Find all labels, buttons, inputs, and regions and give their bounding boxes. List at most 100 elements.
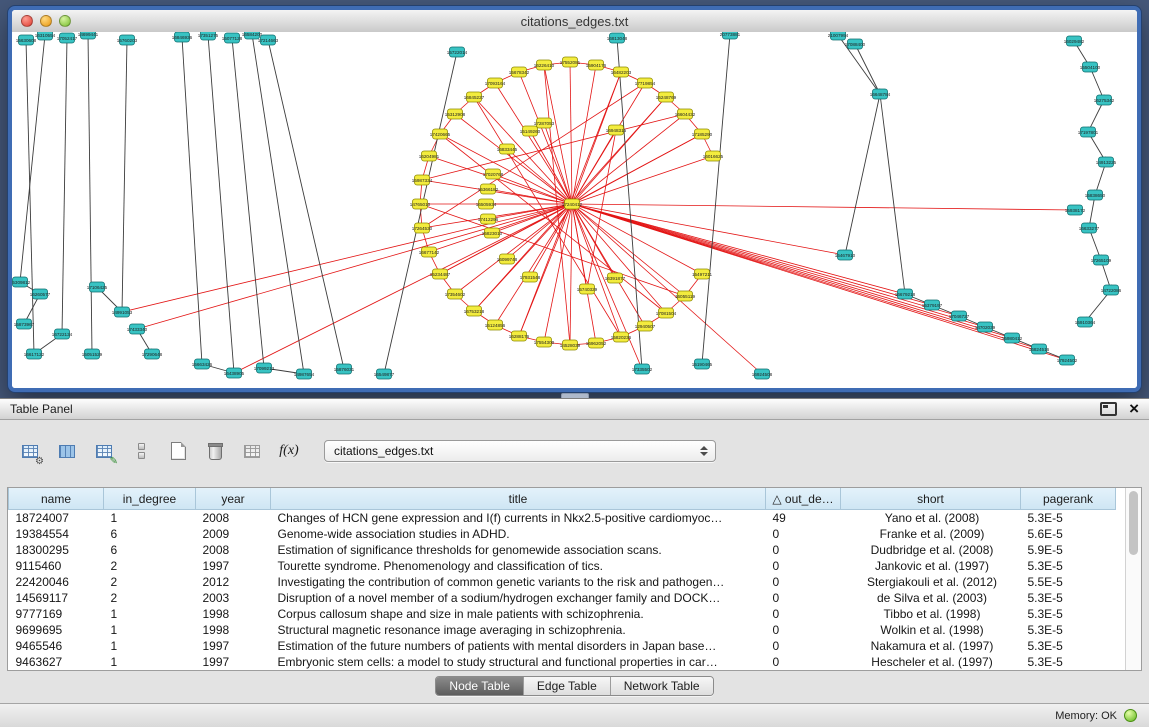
graph-node[interactable]: 15630608 [16, 35, 37, 45]
graph-node[interactable]: 15987334 [412, 175, 433, 185]
graph-node[interactable]: 14991053 [112, 307, 133, 317]
graph-node[interactable]: 20773881 [720, 32, 741, 39]
graph-node[interactable]: 15938172 [1065, 205, 1086, 215]
graph-node[interactable]: 16813048 [607, 33, 628, 43]
window-titlebar[interactable]: citations_edges.txt [12, 10, 1137, 33]
graph-node[interactable]: 15910364 [1075, 317, 1096, 327]
graph-node[interactable]: 14702039 [975, 322, 996, 332]
table-row[interactable]: 977716911998Corpus callosum shape and si… [9, 606, 1116, 622]
column-header-name[interactable]: name [9, 488, 104, 510]
graph-node[interactable]: 14987654 [294, 369, 315, 379]
graph-node[interactable]: 17433340 [127, 324, 148, 334]
graph-node[interactable]: 16029482 [1064, 36, 1085, 46]
graph-node[interactable]: 16845227 [464, 92, 485, 102]
graph-node[interactable]: 15234487 [430, 269, 451, 279]
graph-node[interactable]: 15497211 [692, 269, 713, 279]
zoom-window-button[interactable] [59, 15, 71, 27]
table-scrollbar[interactable] [1125, 488, 1141, 670]
graph-node[interactable]: 17264530 [412, 223, 433, 233]
graph-node[interactable]: 14765010 [410, 199, 431, 209]
graph-node[interactable]: 15190465 [692, 359, 713, 369]
tab-network-table[interactable]: Network Table [610, 677, 713, 695]
graph-node[interactable]: 16482203 [611, 67, 632, 77]
graph-node[interactable]: 16505934 [476, 199, 497, 209]
table-row[interactable]: 2242004622012Investigating the contribut… [9, 574, 1116, 590]
graph-node[interactable]: 15124856 [485, 320, 506, 330]
graph-node[interactable]: 14913225 [1096, 157, 1117, 167]
scrollbar-thumb[interactable] [1129, 491, 1138, 555]
table-row[interactable]: 946362711997Embryonic stem cells: a mode… [9, 654, 1116, 670]
graph-node[interactable]: 17554300 [534, 337, 555, 347]
graph-node[interactable]: 21007994 [828, 32, 849, 40]
graph-node[interactable]: 16753218 [464, 306, 485, 316]
graph-node[interactable]: 17420665 [430, 129, 451, 139]
graph-node[interactable]: 17290648 [142, 349, 163, 359]
graph-node[interactable]: 12940507 [635, 321, 656, 331]
graph-node[interactable]: 15379197 [922, 300, 943, 310]
graph-node[interactable]: 16846936 [172, 32, 193, 42]
graph-node[interactable]: 16824516 [1029, 344, 1050, 354]
graph-node[interactable]: 15077128 [222, 33, 243, 43]
float-panel-icon[interactable] [1100, 402, 1117, 416]
minimize-window-button[interactable] [40, 15, 52, 27]
graph-node[interactable]: 16679218 [895, 289, 916, 299]
column-header-short[interactable]: short [841, 488, 1021, 510]
table-mode-button[interactable]: ⚙ [16, 438, 44, 464]
graph-node[interactable]: 16962052 [586, 338, 607, 348]
graph-node[interactable]: 16288176 [509, 331, 530, 341]
graph-node[interactable]: 15838650 [1085, 190, 1106, 200]
graph-node[interactable]: 17931548 [520, 272, 541, 282]
column-header-out-de-[interactable]: △ out_de… [766, 488, 841, 510]
delete-table-button[interactable] [201, 438, 229, 464]
table-row[interactable]: 1938455462009Genome-wide association stu… [9, 526, 1116, 542]
graph-node[interactable]: 16099748 [497, 254, 518, 264]
close-window-button[interactable] [21, 15, 33, 27]
table-row[interactable]: 1872400712008Changes of HCN gene express… [9, 510, 1116, 527]
graph-node[interactable]: 15309812 [12, 277, 31, 287]
graph-node[interactable]: 15876031 [334, 364, 355, 374]
table-selector-dropdown[interactable]: citations_edges.txt [324, 440, 716, 462]
graph-node[interactable]: 16226410 [534, 60, 555, 70]
graph-node[interactable]: 15366182 [478, 184, 499, 194]
graph-node[interactable]: 17088400 [845, 39, 866, 49]
table-row[interactable]: 911546021997Tourette syndrome. Phenomeno… [9, 558, 1116, 574]
graph-node[interactable]: 15904176 [586, 60, 607, 70]
graph-node[interactable]: 16948315 [606, 125, 627, 135]
graph-node[interactable]: 17081504 [656, 308, 677, 318]
graph-node[interactable]: 16549877 [374, 369, 395, 379]
graph-node[interactable]: 16055119 [675, 291, 696, 301]
graph-node[interactable]: 16648784 [870, 89, 891, 99]
graph-node[interactable]: 15504100 [1080, 62, 1101, 72]
graph-node[interactable]: 15722014 [447, 47, 468, 57]
graph-node[interactable]: 15663426 [192, 359, 213, 369]
table-row[interactable]: 969969511998Structural magnetic resonanc… [9, 622, 1116, 638]
graph-node[interactable]: 14722086 [1101, 285, 1122, 295]
graph-node[interactable]: 15820236 [611, 332, 632, 342]
graph-node[interactable]: 14699441 [78, 32, 99, 39]
graph-node[interactable]: 15760203 [117, 35, 138, 45]
graph-node[interactable]: 17020768 [483, 169, 504, 179]
graph-node[interactable]: 17185290 [692, 129, 713, 139]
table-row[interactable]: 1830029562008Estimation of significance … [9, 542, 1116, 558]
graph-node[interactable]: 17354602 [445, 289, 466, 299]
graph-node[interactable]: 16260577 [30, 289, 51, 299]
graph-node[interactable]: 16633277 [1079, 223, 1100, 233]
graph-node[interactable]: 14528039 [560, 340, 581, 350]
row-tools-button[interactable] [127, 438, 155, 464]
close-panel-icon[interactable]: × [1129, 402, 1139, 416]
graph-node[interactable]: 15740329 [577, 284, 598, 294]
table-row[interactable]: 946554611997Estimation of the future num… [9, 638, 1116, 654]
column-header-in-degree[interactable]: in_degree [104, 488, 196, 510]
graph-node[interactable]: 15678342 [509, 67, 530, 77]
graph-node[interactable]: 17719854 [635, 78, 656, 88]
graph-node[interactable]: 17214663 [258, 35, 279, 45]
graph-node[interactable]: 17552081 [560, 57, 581, 67]
graph-node[interactable]: 16016625 [703, 151, 724, 161]
column-header-year[interactable]: year [196, 488, 271, 510]
graph-node[interactable]: 17924502 [1057, 355, 1078, 365]
column-header-pagerank[interactable]: pagerank [1021, 488, 1116, 510]
graph-node[interactable]: 15248769 [656, 92, 677, 102]
column-header-title[interactable]: title [271, 488, 766, 510]
tab-edge-table[interactable]: Edge Table [523, 677, 610, 695]
graph-node[interactable]: 17106425 [87, 282, 108, 292]
